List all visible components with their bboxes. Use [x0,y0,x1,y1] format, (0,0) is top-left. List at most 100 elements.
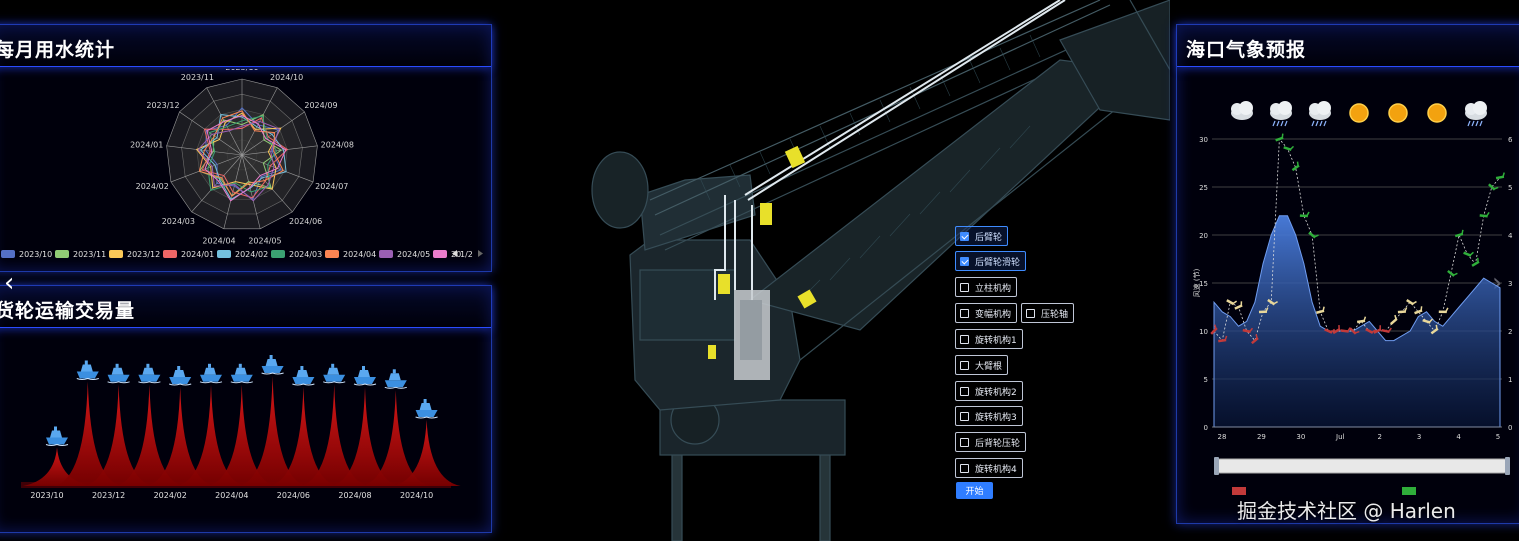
radar-indicator-label: 2024/09 [304,101,337,110]
sunny-icon [1427,103,1447,123]
zoom-handle-right[interactable] [1505,457,1510,475]
weather-y-right-tick: 4 [1508,232,1513,240]
checkbox-icon[interactable] [960,282,969,292]
ship-icon [292,366,315,386]
ship-x-tick: 2024/08 [338,491,371,500]
wind-barb-icon [1299,211,1310,218]
legend-label: 2024/04 [343,250,376,259]
checkbox-icon[interactable] [960,308,969,318]
toggle-luffing-mechanism[interactable]: 变幅机构 [955,303,1018,323]
zoom-handle-left[interactable] [1214,457,1219,475]
weather-y-right-tick: 2 [1508,328,1512,336]
legend-next-icon[interactable] [478,250,483,257]
wind-barb-icon [1308,231,1319,239]
toggle-column-mechanism[interactable]: 立柱机构 [955,277,1018,297]
ship-x-tick: 2024/02 [154,491,187,500]
weather-legend-swatch [1232,487,1246,495]
wind-barb-icon [1471,257,1480,267]
legend-page-indicator: 1/2 [460,250,473,259]
weather-y-right-tick: 6 [1508,136,1513,144]
toggle-rear-arm-pulley[interactable]: 后臂轮滑轮 [955,251,1027,271]
checkbox-icon[interactable] [960,334,969,344]
toggle-rear-back-press-wheel[interactable]: 后背轮压轮 [955,432,1027,452]
checkbox-icon[interactable] [960,463,969,473]
legend-swatch [271,250,285,258]
cloudy-icon [1231,101,1253,120]
toggle-press-wheel-shaft[interactable]: 压轮轴 [1021,303,1075,323]
water-usage-header: 每月用水统计 [0,25,491,67]
wind-barb-icon [1406,298,1417,306]
weather-y-right-tick: 0 [1508,424,1512,432]
toggle-label: 旋转机构4 [975,464,1017,475]
radar-indicator-label: 2023/12 [146,101,179,110]
zoom-slider[interactable] [1216,458,1508,474]
weather-x-tick: 5 [1496,433,1500,441]
checkbox-icon[interactable] [960,437,969,447]
ship-icon [107,363,130,384]
weather-y-right-tick: 5 [1508,184,1512,192]
water-usage-panel: 每月用水统计 2023/10 2024/10 2024/09 2024/08 2024/… [0,24,492,272]
checkbox-icon[interactable] [960,231,969,241]
wind-barb-icon [1356,316,1367,324]
legend-label: 2024/01 [181,250,214,259]
radar-indicator-label: 2024/01 [130,140,163,149]
weather-x-tick: 30 [1296,433,1305,441]
rain-icon [1309,101,1331,127]
watermark-text: 掘金技术社区 @ Harlen [1237,499,1456,523]
legend-label: 2023/11 [73,250,106,259]
toggle-boom-root[interactable]: 大臂根 [955,355,1009,375]
checkbox-icon[interactable] [960,386,969,396]
weather-y-tick: 20 [1199,232,1208,240]
toggle-rotation-mechanism-3[interactable]: 旋转机构3 [955,406,1023,426]
legend-swatch [325,250,339,258]
ship-transport-title: 货轮运输交易量 [0,300,136,322]
checkbox-icon[interactable] [960,256,969,266]
legend-swatch [379,250,393,258]
toggle-rotation-mechanism-2[interactable]: 旋转机构2 [955,381,1023,401]
toggle-label: 大臂根 [975,361,1003,372]
wind-barb-icon [1447,269,1458,277]
ship-x-tick: 2024/04 [215,491,248,500]
ship-x-tick: 2024/10 [400,491,433,500]
ship-transport-header: 货轮运输交易量 [0,286,491,328]
ship-transport-chart[interactable]: 2023/10 2023/12 2024/02 2024/04 2024/06 2024/… [0,330,491,534]
toggle-rear-arm-wheel[interactable]: 后臂轮 [955,226,1009,246]
prev-arrow-icon[interactable]: ‹ [4,270,14,296]
weather-y-tick: 0 [1204,424,1208,432]
weather-y-right-tick: 1 [1508,376,1512,384]
rain-icon [1270,101,1292,127]
ship-transport-panel: 货轮运输交易量 2023/10 2023/12 2024/02 2024/04 2024… [0,285,492,533]
toggle-rotation-mechanism-1[interactable]: 旋转机构1 [955,329,1023,349]
radar-indicator-label: 2023/10 [225,69,258,72]
start-button[interactable]: 开始 [956,482,993,499]
weather-forecast-chart[interactable]: 0510152025300123456风速 (节)28 29 30 Jul 2 3 4 5 [1177,69,1517,519]
ship-icon [261,355,284,375]
weather-y-tick: 10 [1199,328,1208,336]
water-usage-radar-chart[interactable]: 2023/10 2024/10 2024/09 2024/08 2024/07 2024/… [0,69,491,273]
checkbox-icon[interactable] [1026,308,1035,318]
toggle-rotation-mechanism-4[interactable]: 旋转机构4 [955,458,1023,478]
wind-barb-icon [1495,172,1505,180]
wind-barb-icon [1488,183,1499,191]
weather-title: 海口气象预报 [1186,39,1307,61]
ship-icon [384,369,407,389]
checkbox-icon[interactable] [960,360,969,370]
legend-label: 2024/05 [397,250,430,259]
toggle-label: 压轮轴 [1041,309,1069,320]
ship-icon [169,366,192,386]
ship-icon [76,360,99,380]
legend-label: 2023/12 [127,250,160,259]
legend-label: 2024/03 [289,250,322,259]
ship-icon [45,426,69,446]
legend-label: 2024/02 [235,250,268,259]
dashboard-root: 每月用水统计 2023/10 2024/10 2024/09 2024/08 2024/… [0,0,1519,541]
rain-icon [1465,101,1487,127]
radar-indicator-label: 2024/02 [136,182,169,191]
legend-swatch [1,250,15,258]
wind-barb-icon [1389,314,1398,325]
legend-label: 2023/10 [19,250,52,259]
legend-swatch [55,250,69,258]
crane-3d-scene[interactable] [500,0,1170,541]
radar-indicator-label: 2024/08 [321,140,354,149]
checkbox-icon[interactable] [960,411,969,421]
